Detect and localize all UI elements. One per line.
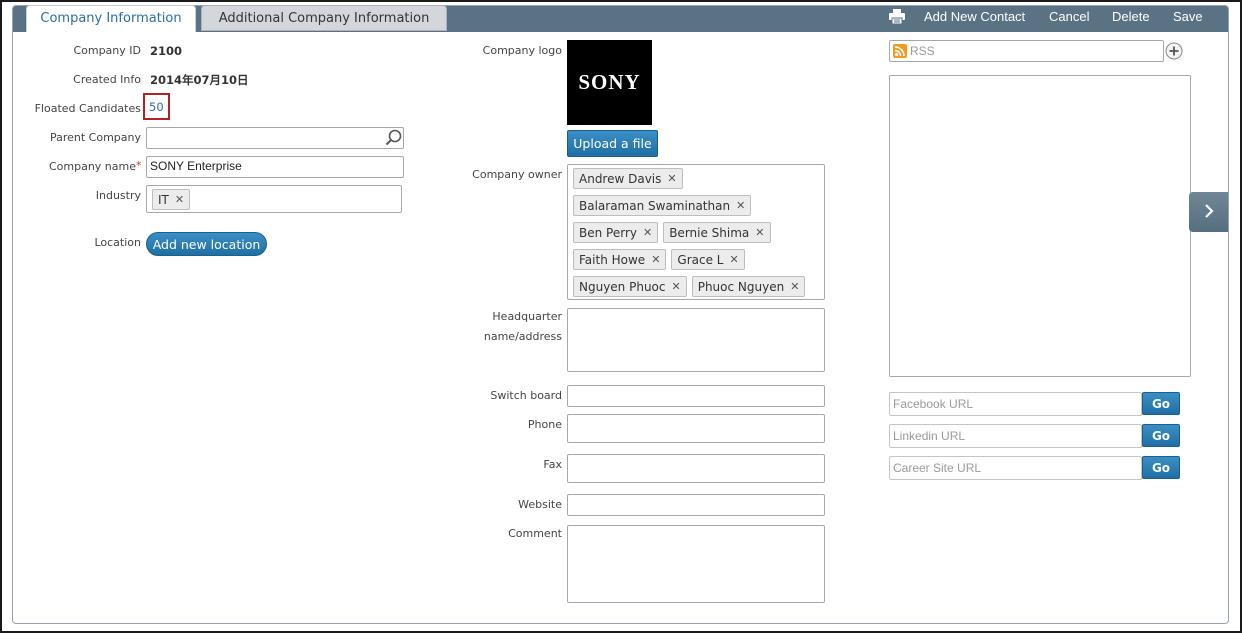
owner-chip: Faith Howe ✕ bbox=[573, 249, 667, 270]
chip-label: Faith Howe bbox=[579, 252, 646, 267]
rss-placeholder: RSS bbox=[910, 44, 935, 58]
add-new-location-button[interactable]: Add new location bbox=[146, 232, 267, 256]
rss-input[interactable]: RSS bbox=[889, 40, 1164, 62]
search-icon[interactable] bbox=[385, 129, 402, 149]
company-owner-input[interactable]: Andrew Davis ✕ Balaraman Swaminathan ✕ Ben… bbox=[567, 164, 825, 300]
facebook-url-input[interactable] bbox=[889, 392, 1142, 416]
location-label: Location bbox=[94, 236, 141, 249]
remove-icon[interactable]: ✕ bbox=[672, 280, 681, 293]
linkedin-url-input[interactable] bbox=[889, 424, 1142, 448]
company-name-label: Company name bbox=[48, 160, 136, 173]
chip-label: Phuoc Nguyen bbox=[697, 279, 785, 294]
website-input[interactable] bbox=[567, 494, 825, 516]
phone-label: Phone bbox=[527, 418, 562, 431]
tab-company-information[interactable]: Company Information bbox=[26, 5, 196, 32]
remove-icon[interactable]: ✕ bbox=[790, 280, 799, 293]
parent-company-input[interactable] bbox=[146, 127, 404, 149]
chip-label: Andrew Davis bbox=[579, 171, 662, 186]
switch-board-label: Switch board bbox=[490, 389, 562, 402]
print-icon[interactable] bbox=[889, 9, 905, 25]
owner-chip: Phuoc Nguyen ✕ bbox=[691, 276, 806, 297]
add-new-contact-button[interactable]: Add New Contact bbox=[924, 9, 1025, 24]
facebook-go-button[interactable]: Go bbox=[1142, 392, 1180, 415]
add-icon[interactable] bbox=[1165, 42, 1183, 63]
owner-chip: Ben Perry ✕ bbox=[573, 222, 659, 243]
created-info-label: Created Info bbox=[73, 73, 141, 86]
owner-chip: Bernie Shima ✕ bbox=[663, 222, 771, 243]
website-label: Website bbox=[518, 498, 562, 511]
remove-icon[interactable]: ✕ bbox=[667, 172, 676, 185]
chip-label: Grace L bbox=[677, 252, 724, 267]
company-logo: SONY bbox=[567, 40, 652, 125]
chip-label: Nguyen Phuoc bbox=[579, 279, 666, 294]
remove-icon[interactable]: ✕ bbox=[729, 253, 738, 266]
chip-label: IT bbox=[158, 192, 169, 207]
save-button[interactable]: Save bbox=[1173, 9, 1203, 24]
headquarter-label-line1: Headquarter bbox=[492, 310, 562, 323]
career-site-url-input[interactable] bbox=[889, 456, 1142, 480]
phone-input[interactable] bbox=[567, 414, 825, 443]
cancel-button[interactable]: Cancel bbox=[1049, 9, 1089, 24]
fax-input[interactable] bbox=[567, 454, 825, 483]
parent-company-label: Parent Company bbox=[49, 131, 141, 144]
rss-feed-panel bbox=[889, 75, 1191, 377]
remove-icon[interactable]: ✕ bbox=[755, 226, 764, 239]
comment-label: Comment bbox=[508, 527, 562, 540]
chip-label: Ben Perry bbox=[579, 225, 637, 240]
created-info-value: 2014年07月10日 bbox=[150, 73, 249, 87]
remove-icon[interactable]: ✕ bbox=[175, 193, 184, 206]
floated-candidates-label: Floated Candidates bbox=[34, 102, 141, 115]
remove-icon[interactable]: ✕ bbox=[651, 253, 660, 266]
floated-candidates-link[interactable]: 50 bbox=[149, 100, 164, 114]
chevron-right-icon bbox=[1203, 203, 1215, 222]
owner-chip: Nguyen Phuoc ✕ bbox=[573, 276, 687, 297]
company-id-label: Company ID bbox=[73, 44, 141, 57]
headquarter-label-line2: name/address bbox=[483, 330, 562, 343]
industry-label: Industry bbox=[95, 189, 141, 202]
rss-icon bbox=[893, 44, 907, 58]
industry-input[interactable]: IT ✕ bbox=[146, 185, 402, 213]
owner-chip: Balaraman Swaminathan ✕ bbox=[573, 195, 752, 216]
company-logo-label: Company logo bbox=[482, 44, 562, 57]
chip-label: Balaraman Swaminathan bbox=[579, 198, 731, 213]
linkedin-go-button[interactable]: Go bbox=[1142, 424, 1180, 447]
required-mark: * bbox=[136, 159, 142, 172]
company-id-value: 2100 bbox=[150, 44, 183, 58]
company-owner-label: Company owner bbox=[472, 168, 562, 181]
company-name-input[interactable]: SONY Enterprise bbox=[146, 156, 404, 178]
headquarter-textarea[interactable] bbox=[567, 308, 825, 372]
owner-chip: Grace L ✕ bbox=[671, 249, 745, 270]
remove-icon[interactable]: ✕ bbox=[736, 199, 745, 212]
remove-icon[interactable]: ✕ bbox=[643, 226, 652, 239]
logo-text: SONY bbox=[578, 70, 641, 94]
chip-label: Bernie Shima bbox=[669, 225, 750, 240]
fax-label: Fax bbox=[543, 458, 562, 471]
upload-file-button[interactable]: Upload a file bbox=[567, 130, 658, 157]
industry-chip: IT ✕ bbox=[152, 189, 191, 210]
owner-chip: Andrew Davis ✕ bbox=[573, 168, 683, 189]
switch-board-input[interactable] bbox=[567, 385, 825, 407]
next-panel-button[interactable] bbox=[1189, 192, 1228, 232]
comment-textarea[interactable] bbox=[567, 525, 825, 603]
tab-additional-company-information[interactable]: Additional Company Information bbox=[201, 5, 447, 31]
delete-button[interactable]: Delete bbox=[1112, 9, 1150, 24]
career-site-go-button[interactable]: Go bbox=[1142, 456, 1180, 479]
